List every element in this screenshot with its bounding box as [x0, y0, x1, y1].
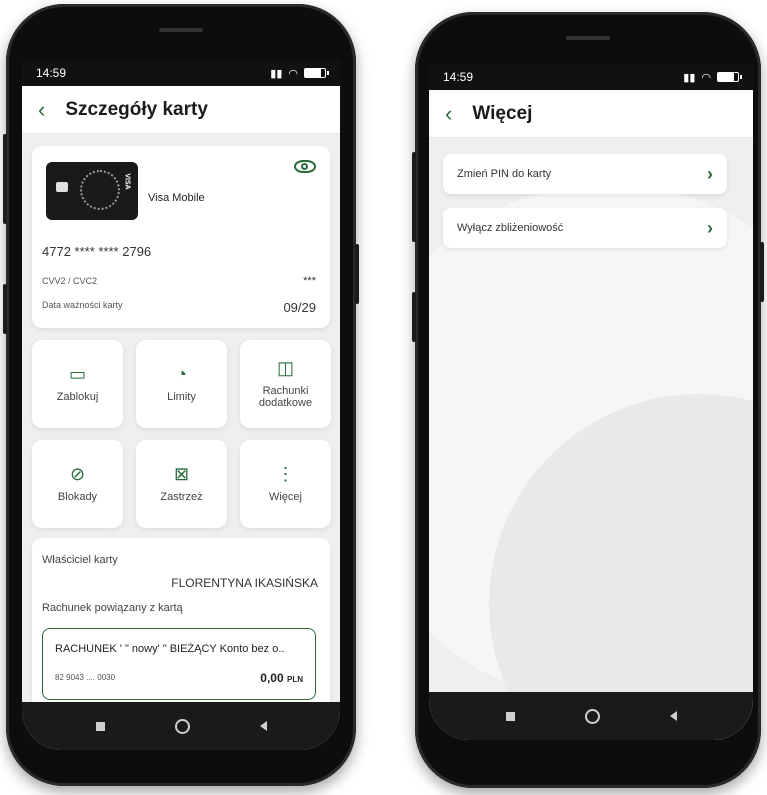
- volume-button: [412, 152, 416, 242]
- card-cancel-icon: ⊠: [173, 464, 190, 484]
- volume-button: [3, 134, 7, 224]
- home-button[interactable]: [584, 708, 600, 724]
- status-bar: 14:59 ▮▮ ◠: [429, 64, 753, 90]
- additional-accounts-button[interactable]: ◫ Rachunki dodatkowe: [240, 340, 331, 428]
- account-title: RACHUNEK ' " nowy' " BIEŻĄCY Konto bez o…: [55, 643, 285, 655]
- back-button[interactable]: [259, 721, 267, 731]
- chip-icon: [56, 182, 68, 192]
- card-lock-icon: ▭: [68, 364, 86, 384]
- card-name: Visa Mobile: [148, 192, 205, 204]
- stage: 14:59 ▮▮ ◠ ‹ Szczegóły karty VISA Visa M: [0, 0, 767, 795]
- menu-item-label: Zmień PIN do karty: [457, 168, 552, 180]
- home-button[interactable]: [174, 718, 190, 734]
- speaker: [566, 36, 610, 40]
- wifi-icon: ◠: [701, 71, 711, 84]
- battery-icon: [717, 72, 742, 82]
- right-screen: 14:59 ▮▮ ◠ ‹ Więcej Zmień PIN do karty ›…: [429, 64, 753, 740]
- balance-currency: PLN: [287, 675, 303, 684]
- system-nav-bar: [22, 702, 340, 750]
- balance-value: 0,00: [260, 671, 284, 685]
- app-bar: ‹ Szczegóły karty: [22, 86, 340, 134]
- status-icons: ▮▮ ◠: [270, 67, 329, 80]
- left-screen: 14:59 ▮▮ ◠ ‹ Szczegóły karty VISA Visa M: [22, 60, 340, 750]
- recent-apps-button[interactable]: [505, 711, 515, 721]
- signal-icon: ▮▮: [683, 71, 696, 84]
- limits-button[interactable]: ◔ Limity: [136, 340, 227, 428]
- tile-label: Zablokuj: [56, 391, 99, 403]
- status-icons: ▮▮ ◠: [683, 71, 742, 84]
- signal-icon: ▮▮: [270, 67, 283, 80]
- speaker: [159, 28, 203, 32]
- status-time: 14:59: [443, 70, 474, 84]
- owner-section: Właściciel karty FLORENTYNA IKASIŃSKA Ra…: [32, 538, 330, 708]
- chevron-right-icon: ›: [707, 217, 713, 238]
- tile-label: Limity: [167, 391, 196, 403]
- card-image: VISA: [46, 162, 138, 220]
- side-button: [3, 284, 7, 334]
- left-phone: 14:59 ▮▮ ◠ ‹ Szczegóły karty VISA Visa M: [3, 4, 359, 786]
- tile-label: Rachunki dodatkowe: [258, 385, 313, 409]
- owner-label: Właściciel karty: [42, 554, 118, 566]
- tile-label: Zastrzeż: [160, 491, 203, 503]
- power-button: [760, 242, 764, 302]
- cvv-label: CVV2 / CVC2: [42, 276, 98, 286]
- blockades-button[interactable]: ⊘ Blokady: [32, 440, 123, 528]
- page-title: Więcej: [472, 102, 533, 124]
- system-nav-bar: [429, 692, 753, 740]
- page-title: Szczegóły karty: [65, 98, 208, 120]
- expiry-value: 09/29: [283, 300, 316, 315]
- chevron-left-icon[interactable]: ‹: [38, 98, 45, 121]
- gauge-icon: ◔: [176, 364, 187, 384]
- back-button[interactable]: [669, 711, 677, 721]
- more-vertical-icon: ⋮: [276, 464, 295, 484]
- account-balance: 0,00 PLN: [260, 671, 303, 685]
- block-icon: ⊘: [69, 464, 86, 484]
- side-button: [412, 292, 416, 342]
- account-number: 82 9043 .... 0030: [55, 673, 116, 682]
- battery-icon: [304, 68, 329, 78]
- card-logo-pattern: [80, 170, 120, 210]
- right-phone: 14:59 ▮▮ ◠ ‹ Więcej Zmień PIN do karty ›…: [412, 12, 764, 788]
- status-bar: 14:59 ▮▮ ◠: [22, 60, 340, 86]
- chevron-right-icon: ›: [707, 163, 713, 184]
- chevron-left-icon[interactable]: ‹: [445, 102, 452, 125]
- card-number: 4772 **** **** 2796: [42, 244, 152, 259]
- linked-account-label: Rachunek powiązany z kartą: [42, 602, 183, 614]
- owner-name: FLORENTYNA IKASIŃSKA: [171, 576, 318, 590]
- linked-account[interactable]: RACHUNEK ' " nowy' " BIEŻĄCY Konto bez o…: [42, 628, 316, 700]
- card-details: VISA Visa Mobile 4772 **** **** 2796 CVV…: [32, 146, 330, 328]
- more-button[interactable]: ⋮ Więcej: [240, 440, 331, 528]
- tile-label: Więcej: [268, 491, 302, 503]
- status-time: 14:59: [36, 66, 67, 80]
- accounts-icon: ◫: [276, 358, 294, 378]
- expiry-label: Data ważności karty: [42, 300, 123, 310]
- block-card-button[interactable]: ▭ Zablokuj: [32, 340, 123, 428]
- cancel-card-button[interactable]: ⊠ Zastrzeż: [136, 440, 227, 528]
- wifi-icon: ◠: [288, 67, 298, 80]
- app-bar: ‹ Więcej: [429, 90, 753, 138]
- recent-apps-button[interactable]: [95, 721, 105, 731]
- eye-icon[interactable]: [294, 160, 316, 173]
- tile-label: Blokady: [57, 491, 98, 503]
- card-brand: VISA: [123, 173, 131, 190]
- disable-contactless-item[interactable]: Wyłącz zbliżeniowość ›: [443, 208, 727, 248]
- cvv-value: ***: [303, 275, 316, 287]
- power-button: [355, 244, 359, 304]
- change-pin-item[interactable]: Zmień PIN do karty ›: [443, 154, 727, 194]
- menu-item-label: Wyłącz zbliżeniowość: [457, 222, 564, 234]
